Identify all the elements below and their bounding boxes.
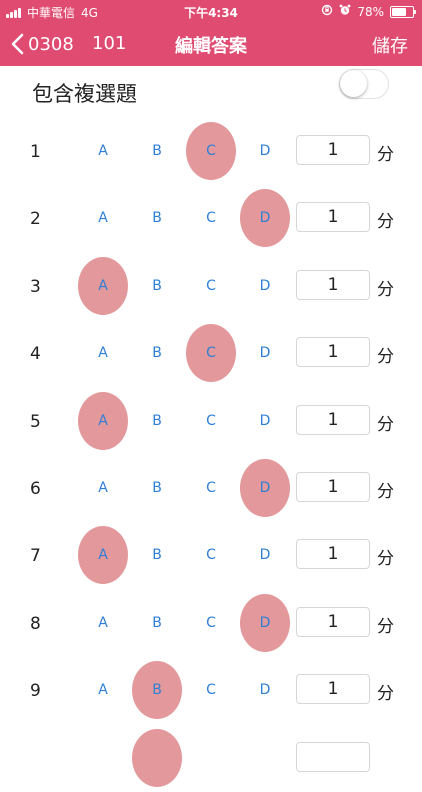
question-number: 5 [30, 411, 41, 432]
choice-a-button[interactable]: A [78, 122, 128, 180]
choice-d-button[interactable]: D [240, 257, 290, 315]
choice-c-button[interactable]: C [186, 392, 236, 450]
question-number: 9 [30, 681, 41, 702]
question-row: 4 ABCD 分 [0, 320, 422, 387]
nav-subtitle: 101 [92, 33, 127, 54]
score-unit-label: 分 [377, 347, 394, 368]
score-unit-label: 分 [377, 279, 394, 300]
chevron-left-icon [11, 33, 24, 55]
question-number: 4 [30, 344, 41, 365]
choice-b-button[interactable]: B [132, 661, 182, 720]
choice-c-button[interactable]: C [186, 324, 236, 383]
question-number: 1 [30, 142, 41, 162]
score-input[interactable] [296, 606, 370, 637]
question-number: 3 [30, 276, 41, 297]
choice-d-button[interactable]: D [240, 593, 290, 652]
choice-a-button[interactable]: A [78, 189, 128, 247]
choice-d-button[interactable]: D [240, 458, 290, 517]
score-input[interactable] [296, 337, 370, 368]
choice-b-button[interactable]: B [132, 392, 182, 450]
question-number: 2 [30, 209, 41, 230]
choice-c-button[interactable] [186, 729, 236, 787]
toggle-knob [340, 70, 367, 97]
question-row: 1 ABCD 分 [0, 118, 422, 185]
status-bar: 中華電信 4G 下午4:34 78% [0, 0, 422, 22]
score-input[interactable] [296, 741, 370, 772]
choice-b-button[interactable]: B [132, 257, 182, 315]
choice-d-button[interactable]: D [240, 661, 290, 719]
score-input[interactable] [296, 135, 370, 165]
choice-a-button[interactable]: A [78, 391, 128, 450]
choice-b-button[interactable] [132, 728, 182, 787]
rotation-lock-icon [321, 4, 333, 19]
score-unit-label: 分 [377, 616, 394, 637]
score-input[interactable] [296, 404, 370, 435]
status-right: 78% [321, 4, 416, 19]
choice-a-button[interactable]: A [78, 661, 128, 719]
score-unit-label: 分 [377, 145, 394, 165]
choice-c-button[interactable]: C [186, 459, 236, 517]
question-row: 8 ABCD 分 [0, 590, 422, 657]
choice-d-button[interactable] [240, 729, 290, 787]
choice-b-button[interactable]: B [132, 526, 182, 584]
multi-select-toggle[interactable] [339, 69, 389, 99]
multi-select-label: 包含複選題 [32, 82, 137, 106]
choice-a-button[interactable] [78, 729, 128, 787]
alarm-icon [339, 4, 351, 19]
nav-bar: 0308 101 編輯答案 儲存 [0, 22, 422, 66]
score-input[interactable] [296, 202, 370, 233]
score-input[interactable] [296, 539, 370, 570]
question-row: 3 ABCD 分 [0, 253, 422, 320]
choice-a-button[interactable]: A [78, 459, 128, 517]
choice-d-button[interactable]: D [240, 392, 290, 450]
choice-b-button[interactable]: B [132, 122, 182, 180]
choice-b-button[interactable]: B [132, 594, 182, 652]
question-row: 9 ABCD 分 [0, 657, 422, 724]
choice-b-button[interactable]: B [132, 324, 182, 382]
score-input[interactable] [296, 471, 370, 502]
question-list: 1ABCD分2ABCD分3ABCD分4ABCD分5ABCD分6ABCD分7ABC… [0, 118, 422, 792]
choice-c-button[interactable]: C [186, 661, 236, 719]
battery-icon [390, 5, 416, 18]
choice-d-button[interactable]: D [240, 526, 290, 584]
battery-fill [392, 7, 406, 16]
question-number: 6 [30, 478, 41, 499]
choice-c-button[interactable]: C [186, 122, 236, 180]
score-unit-label: 分 [377, 684, 394, 705]
back-label: 0308 [28, 33, 74, 55]
back-button[interactable]: 0308 [10, 30, 74, 58]
score-unit-label: 分 [377, 481, 394, 502]
choice-a-button[interactable]: A [78, 256, 128, 315]
battery-percent: 78% [357, 4, 384, 19]
score-unit-label: 分 [377, 414, 394, 435]
question-number: 8 [30, 613, 41, 634]
save-button[interactable]: 儲存 [372, 32, 408, 58]
choice-c-button[interactable]: C [186, 594, 236, 652]
choice-d-button[interactable]: D [240, 189, 290, 248]
multi-select-option-row: 包含複選題 [0, 66, 422, 118]
question-row: 6 ABCD 分 [0, 455, 422, 522]
choice-a-button[interactable]: A [78, 324, 128, 382]
choice-d-button[interactable]: D [240, 324, 290, 382]
choice-a-button[interactable]: A [78, 526, 128, 585]
choice-a-button[interactable]: A [78, 594, 128, 652]
question-row [0, 725, 422, 792]
choice-c-button[interactable]: C [186, 257, 236, 315]
score-input[interactable] [296, 674, 370, 705]
choice-c-button[interactable]: C [186, 189, 236, 247]
score-unit-label: 分 [377, 212, 394, 233]
choice-b-button[interactable]: B [132, 189, 182, 247]
score-input[interactable] [296, 269, 370, 300]
question-row: 7 ABCD 分 [0, 522, 422, 589]
question-number: 7 [30, 546, 41, 567]
choice-b-button[interactable]: B [132, 459, 182, 517]
question-row: 2 ABCD 分 [0, 185, 422, 252]
choice-c-button[interactable]: C [186, 526, 236, 584]
choice-d-button[interactable]: D [240, 122, 290, 180]
score-unit-label: 分 [377, 549, 394, 570]
question-row: 5 ABCD 分 [0, 388, 422, 455]
